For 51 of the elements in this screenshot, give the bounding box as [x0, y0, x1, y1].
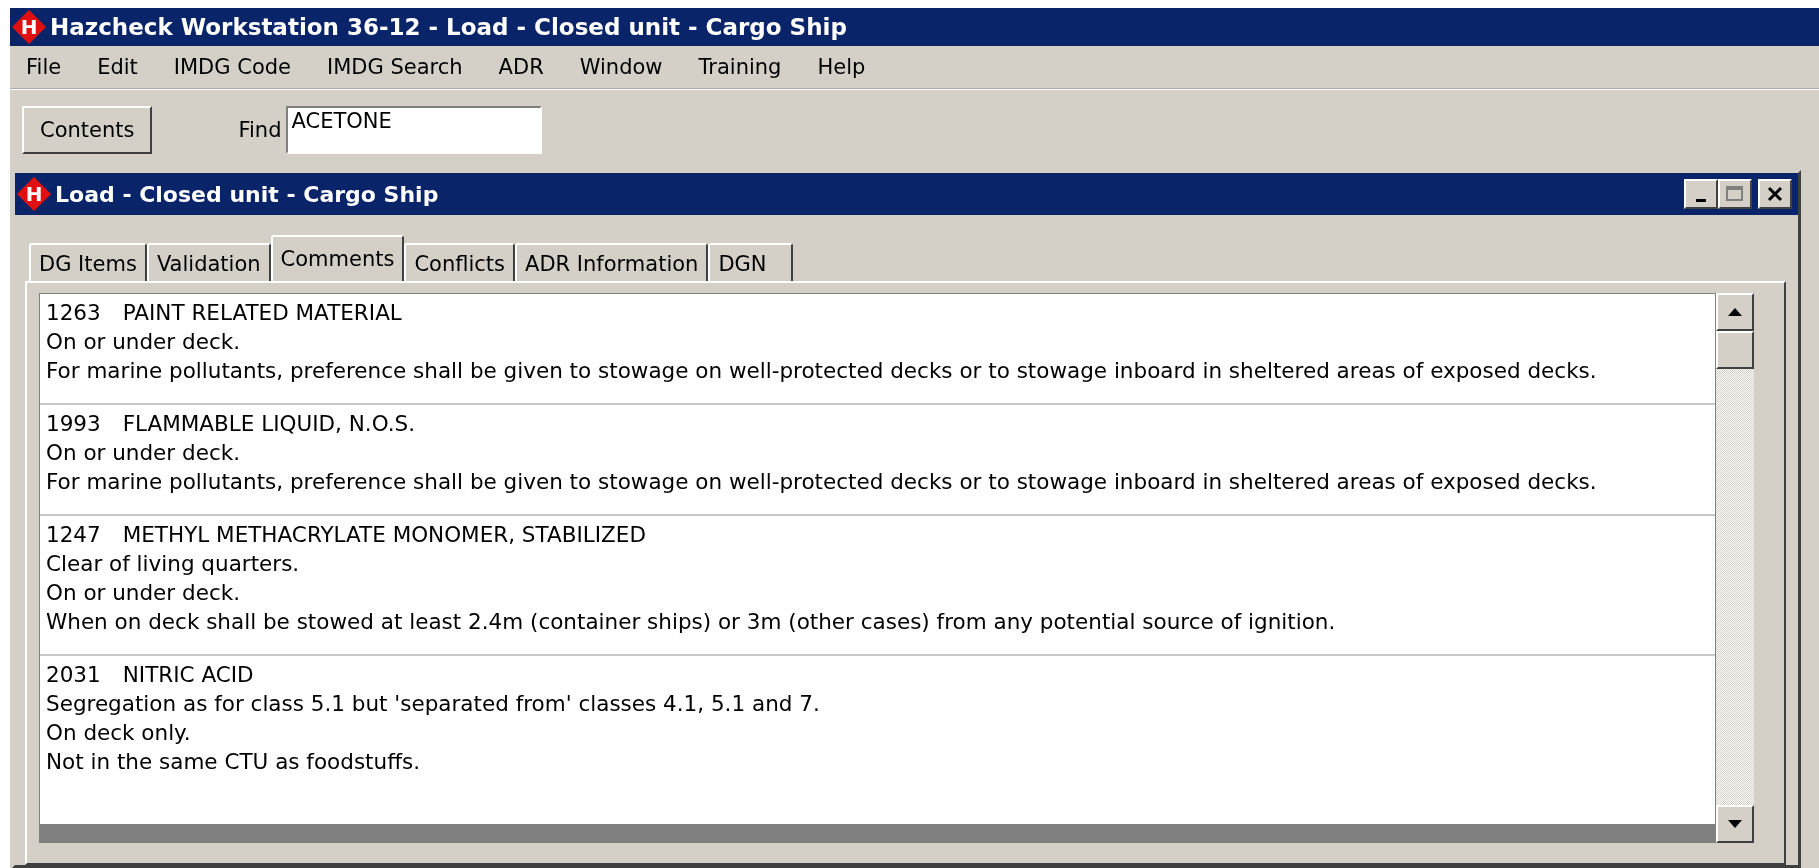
- un-number: 1263: [46, 299, 101, 327]
- close-icon: [1766, 186, 1784, 202]
- scroll-thumb[interactable]: [1716, 331, 1754, 369]
- comment-line: For marine pollutants, preference shall be given to stowage on well-protected decks or to stowage inboard in sheltered areas of exposed decks.: [46, 468, 1597, 496]
- substance-name: PAINT RELATED MATERIAL: [122, 299, 402, 327]
- minimize-button[interactable]: [1684, 179, 1718, 209]
- app-logo: H: [12, 10, 46, 44]
- comment-line: For marine pollutants, preference shall be given to stowage on well-protected decks or to stowage inboard in sheltered areas of exposed decks.: [46, 357, 1597, 385]
- tab[interactable]: ADR Information: [515, 243, 709, 281]
- comment-line: On or under deck.: [46, 328, 240, 356]
- scrollbar[interactable]: [1716, 293, 1754, 843]
- down-arrow-icon: [1727, 819, 1743, 829]
- comment-line: Not in the same CTU as foodstuffs.: [46, 748, 420, 776]
- menu-item[interactable]: Edit: [85, 51, 154, 83]
- find-field[interactable]: ACETONE: [285, 106, 542, 154]
- scroll-up-button[interactable]: [1716, 293, 1754, 331]
- comment-line: Segregation as for class 5.1 but 'separated from' classes 4.1, 5.1 and 7.: [46, 690, 820, 718]
- menu-item[interactable]: File: [14, 51, 78, 83]
- un-number: 1993: [46, 410, 101, 438]
- un-number: 2031: [46, 661, 101, 689]
- substance-name: FLAMMABLE LIQUID, N.O.S.: [122, 410, 416, 438]
- app-logo: H: [17, 177, 51, 211]
- child-window-title: Load - Closed unit - Cargo Ship: [55, 181, 439, 207]
- menu-item[interactable]: ADR: [486, 51, 560, 83]
- tab[interactable]: DG Items: [29, 243, 147, 281]
- comment-line: When on deck shall be stowed at least 2.4m (container ships) or 3m (other cases) from any potential source of ignition.: [46, 608, 1336, 636]
- menu-item[interactable]: IMDG Code: [161, 51, 307, 83]
- up-arrow-icon: [1727, 307, 1743, 317]
- comment-line: On or under deck.: [46, 579, 240, 607]
- tab[interactable]: Validation: [146, 243, 271, 281]
- substance-name: METHYL METHACRYLATE MONOMER, STABILIZED: [122, 521, 646, 549]
- window-title: Hazcheck Workstation 36-12 - Load - Closed unit - Cargo Ship: [50, 14, 847, 40]
- comment-line: On deck only.: [46, 719, 191, 747]
- tab[interactable]: Conflicts: [404, 243, 516, 281]
- contents-button[interactable]: Contents: [22, 106, 153, 154]
- minimize-icon: [1696, 198, 1706, 202]
- find-label: Find: [238, 118, 282, 142]
- substance-name: NITRIC ACID: [122, 661, 254, 689]
- un-number: 1247: [46, 521, 101, 549]
- menu-item[interactable]: Help: [805, 51, 882, 83]
- comment-line: Clear of living quarters.: [46, 550, 300, 578]
- scroll-down-button[interactable]: [1716, 805, 1754, 843]
- menu-item[interactable]: Window: [567, 51, 679, 83]
- maximize-icon: [1725, 185, 1745, 203]
- close-button[interactable]: [1758, 179, 1792, 209]
- menu-item[interactable]: Training: [686, 51, 798, 83]
- maximize-button[interactable]: [1718, 179, 1752, 209]
- tab[interactable]: Comments: [270, 235, 405, 281]
- comment-line: On or under deck.: [46, 439, 240, 467]
- menu-item[interactable]: IMDG Search: [315, 51, 479, 83]
- tab[interactable]: DGN: [708, 243, 793, 281]
